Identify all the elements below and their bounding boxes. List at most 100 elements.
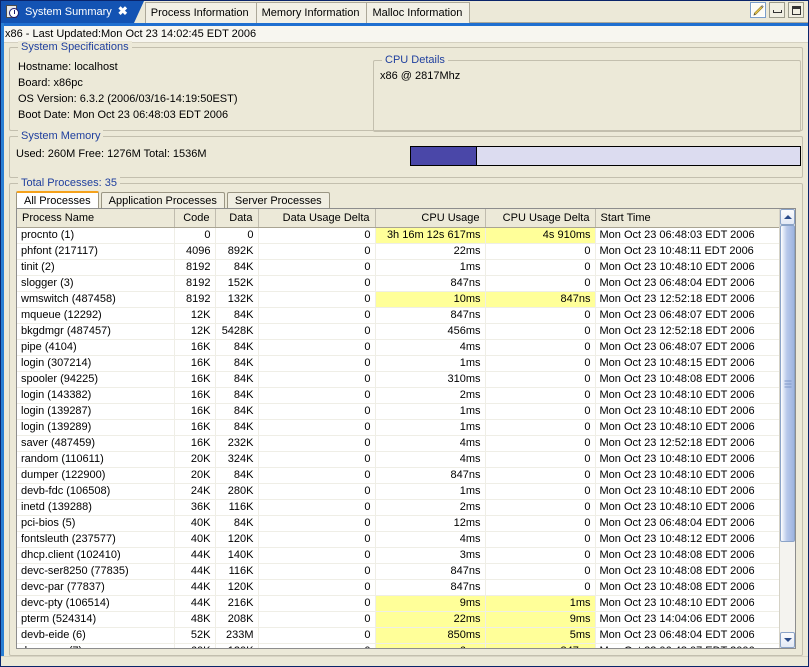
cell-code: 40K (174, 531, 215, 547)
table-row[interactable]: pipe (4104)16K84K04ms0Mon Oct 23 06:48:0… (17, 339, 795, 355)
tab-memory-information[interactable]: Memory Information (256, 2, 368, 23)
cell-cpu-usage-delta: 0 (485, 531, 595, 547)
column-header-process-name[interactable]: Process Name (17, 209, 174, 227)
cell-data: 233M (215, 627, 258, 643)
process-table-body-element: procnto (1)0003h 16m 12s 617ms4s 910msMo… (17, 228, 795, 649)
cell-cpu-usage-delta: 0 (485, 547, 595, 563)
cell-process-name: devc-con (7) (17, 643, 174, 648)
cell-start-time: Mon Oct 23 10:48:11 EDT 2006 (595, 243, 795, 259)
cell-data-usage-delta: 0 (258, 307, 375, 323)
cell-cpu-usage: 22ms (375, 611, 485, 627)
column-header-cpu-usage[interactable]: CPU Usage (375, 209, 485, 227)
cell-process-name: dhcp.client (102410) (17, 547, 174, 563)
cell-start-time: Mon Oct 23 06:48:03 EDT 2006 (595, 228, 795, 244)
cell-data-usage-delta: 0 (258, 403, 375, 419)
cell-data: 84K (215, 419, 258, 435)
cell-data: 120K (215, 531, 258, 547)
cell-data: 5428K (215, 323, 258, 339)
cell-code: 24K (174, 483, 215, 499)
table-row[interactable]: bkgdmgr (487457)12K5428K0456ms0Mon Oct 2… (17, 323, 795, 339)
table-row[interactable]: dumper (122900)20K84K0847ns0Mon Oct 23 1… (17, 467, 795, 483)
close-icon[interactable]: ✖ (118, 4, 128, 18)
process-table-scroll-area[interactable]: procnto (1)0003h 16m 12s 617ms4s 910msMo… (17, 228, 795, 649)
tab-all-processes[interactable]: All Processes (16, 191, 99, 209)
process-table: Process NameCodeDataData Usage DeltaCPU … (16, 208, 796, 649)
cell-process-name: devb-eide (6) (17, 627, 174, 643)
cell-cpu-usage-delta: 0 (485, 387, 595, 403)
cell-data-usage-delta: 0 (258, 291, 375, 307)
table-row[interactable]: login (307214)16K84K01ms0Mon Oct 23 10:4… (17, 355, 795, 371)
chevron-down-icon (784, 638, 792, 642)
minimize-button[interactable] (769, 2, 785, 18)
table-row[interactable]: dhcp.client (102410)44K140K03ms0Mon Oct … (17, 547, 795, 563)
system-summary-window: System Summary ✖ Process Information Mem… (0, 0, 809, 667)
chevron-up-icon (784, 215, 792, 219)
cell-cpu-usage-delta: 5ms (485, 627, 595, 643)
column-header-data[interactable]: Data (215, 209, 258, 227)
cell-cpu-usage: 3h 16m 12s 617ms (375, 228, 485, 244)
table-row[interactable]: pci-bios (5)40K84K012ms0Mon Oct 23 06:48… (17, 515, 795, 531)
table-row[interactable]: login (139289)16K84K01ms0Mon Oct 23 10:4… (17, 419, 795, 435)
table-row[interactable]: spooler (94225)16K84K0310ms0Mon Oct 23 1… (17, 371, 795, 387)
cell-data-usage-delta: 0 (258, 339, 375, 355)
column-header-data-usage-delta[interactable]: Data Usage Delta (258, 209, 375, 227)
cell-code: 44K (174, 563, 215, 579)
table-row[interactable]: pterm (524314)48K208K022ms9msMon Oct 23 … (17, 611, 795, 627)
tab-label: Application Processes (109, 195, 217, 207)
cell-start-time: Mon Oct 23 06:48:04 EDT 2006 (595, 275, 795, 291)
vertical-scrollbar[interactable] (779, 209, 795, 648)
cell-cpu-usage: 4ms (375, 339, 485, 355)
table-row[interactable]: procnto (1)0003h 16m 12s 617ms4s 910msMo… (17, 228, 795, 244)
column-header-code[interactable]: Code (174, 209, 215, 227)
tab-system-summary[interactable]: System Summary ✖ (1, 1, 134, 23)
table-row[interactable]: devc-par (77837)44K120K0847ns0Mon Oct 23… (17, 579, 795, 595)
tab-server-processes[interactable]: Server Processes (227, 192, 330, 209)
table-row[interactable]: devb-fdc (106508)24K280K01ms0Mon Oct 23 … (17, 483, 795, 499)
table-row[interactable]: login (143382)16K84K02ms0Mon Oct 23 10:4… (17, 387, 795, 403)
cell-code: 40K (174, 515, 215, 531)
cpu-details-title: CPU Details (382, 54, 448, 66)
tab-malloc-information[interactable]: Malloc Information (366, 2, 470, 23)
cell-process-name: saver (487459) (17, 435, 174, 451)
pencil-button[interactable] (750, 2, 766, 18)
table-row[interactable]: mqueue (12292)12K84K0847ns0Mon Oct 23 06… (17, 307, 795, 323)
table-row[interactable]: fontsleuth (237577)40K120K04ms0Mon Oct 2… (17, 531, 795, 547)
cell-cpu-usage-delta: 0 (485, 451, 595, 467)
table-row[interactable]: devc-ser8250 (77835)44K116K0847ns0Mon Oc… (17, 563, 795, 579)
cell-data-usage-delta: 0 (258, 435, 375, 451)
tab-application-processes[interactable]: Application Processes (101, 192, 225, 209)
table-row[interactable]: wmswitch (487458)8192132K010ms847nsMon O… (17, 291, 795, 307)
scroll-up-button[interactable] (780, 209, 795, 225)
cell-data-usage-delta: 0 (258, 355, 375, 371)
cell-start-time: Mon Oct 23 10:48:10 EDT 2006 (595, 451, 795, 467)
table-row[interactable]: devc-pty (106514)44K216K09ms1msMon Oct 2… (17, 595, 795, 611)
system-summary-icon (6, 5, 20, 19)
column-header-cpu-usage-delta[interactable]: CPU Usage Delta (485, 209, 595, 227)
table-row[interactable]: tinit (2)819284K01ms0Mon Oct 23 10:48:10… (17, 259, 795, 275)
table-row[interactable]: random (110611)20K324K04ms0Mon Oct 23 10… (17, 451, 795, 467)
table-row[interactable]: login (139287)16K84K01ms0Mon Oct 23 10:4… (17, 403, 795, 419)
cell-start-time: Mon Oct 23 12:52:18 EDT 2006 (595, 291, 795, 307)
maximize-button[interactable] (788, 2, 804, 18)
column-header-start-time[interactable]: Start Time (595, 209, 795, 227)
cell-process-name: devc-pty (106514) (17, 595, 174, 611)
scroll-down-button[interactable] (780, 632, 795, 648)
cell-data-usage-delta: 0 (258, 419, 375, 435)
table-row[interactable]: phfont (217117)4096892K022ms0Mon Oct 23 … (17, 243, 795, 259)
cell-data: 84K (215, 259, 258, 275)
cell-data: 324K (215, 451, 258, 467)
table-row[interactable]: inetd (139288)36K116K02ms0Mon Oct 23 10:… (17, 499, 795, 515)
cell-data: 132K (215, 291, 258, 307)
cell-code: 20K (174, 451, 215, 467)
tab-process-information[interactable]: Process Information (145, 2, 257, 23)
cell-code: 16K (174, 435, 215, 451)
scrollbar-track[interactable] (780, 225, 795, 632)
table-row[interactable]: slogger (3)8192152K0847ns0Mon Oct 23 06:… (17, 275, 795, 291)
cell-start-time: Mon Oct 23 10:48:12 EDT 2006 (595, 531, 795, 547)
table-row[interactable]: devb-eide (6)52K233M0850ms5msMon Oct 23 … (17, 627, 795, 643)
table-row[interactable]: saver (487459)16K232K04ms0Mon Oct 23 12:… (17, 435, 795, 451)
table-row[interactable]: devc-con (7)60K120K06ms847nsMon Oct 23 0… (17, 643, 795, 648)
cell-start-time: Mon Oct 23 10:48:10 EDT 2006 (595, 499, 795, 515)
cell-cpu-usage-delta: 0 (485, 259, 595, 275)
scrollbar-thumb[interactable] (780, 225, 795, 542)
